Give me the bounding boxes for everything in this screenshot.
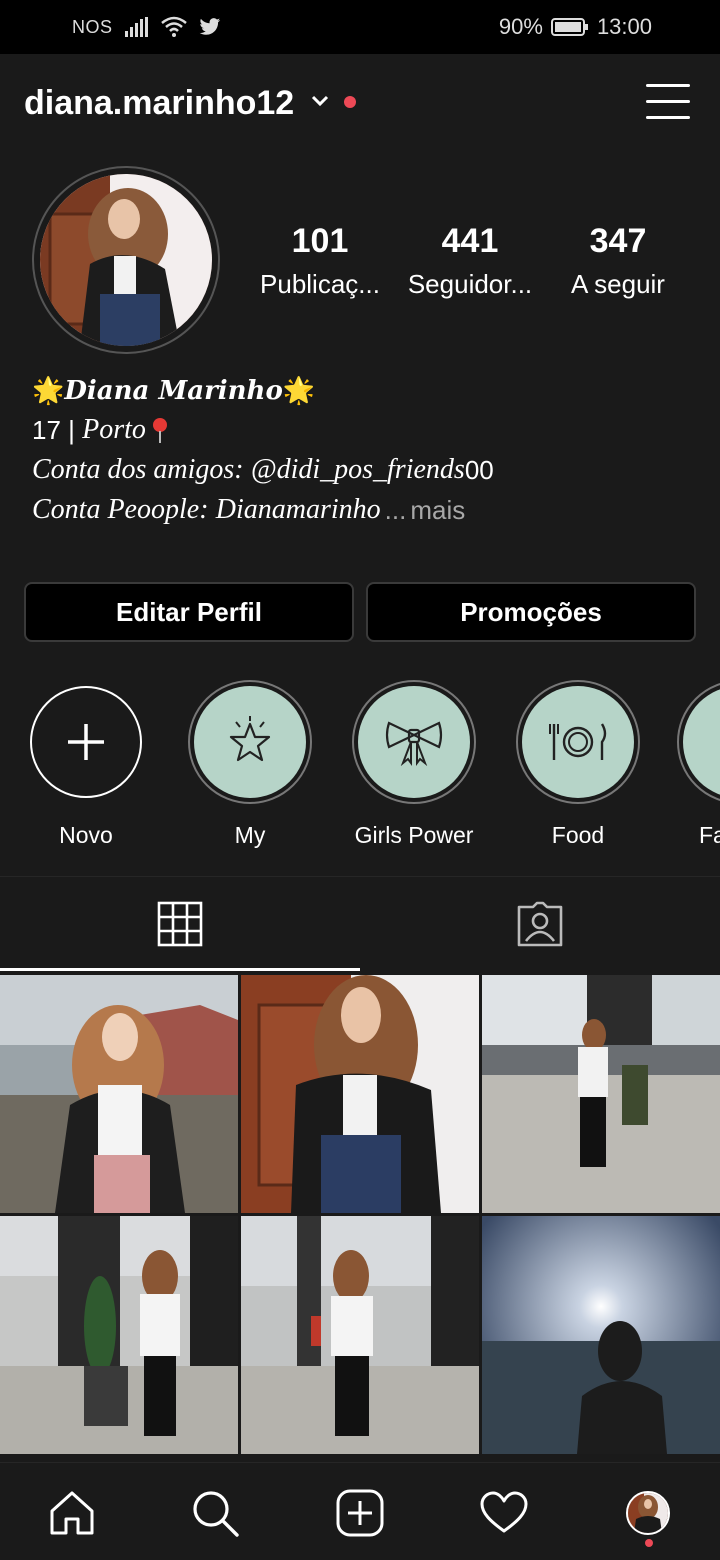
edit-profile-button[interactable]: Editar Perfil <box>24 582 354 642</box>
bio-display-name: 🌟 Diana Marinho 🌟 <box>32 372 692 410</box>
following-label: A seguir <box>571 269 665 299</box>
bio-ellipsis: ... <box>384 494 407 525</box>
active-tab-indicator <box>0 968 360 971</box>
highlight-label: Girls Power <box>354 822 474 848</box>
highlight-label: Fa <box>699 822 720 848</box>
menu-button[interactable] <box>646 82 690 122</box>
bio-friends-account: Conta dos amigos: @didi_pos_friends 00 <box>32 450 692 490</box>
highlight-new[interactable]: Novo <box>21 680 151 849</box>
bio-people-value: Dianamarinho <box>215 494 381 525</box>
battery-icon <box>550 18 588 36</box>
bow-icon <box>385 721 443 767</box>
post-thumbnail[interactable] <box>0 975 238 1213</box>
status-bar: NOS 90% 13:00 <box>0 0 720 54</box>
bio-age-city: 17 | Porto <box>32 410 692 450</box>
post-thumbnail[interactable] <box>0 1216 238 1454</box>
plus-icon <box>68 724 104 760</box>
wifi-icon <box>160 16 187 37</box>
search-icon <box>193 1491 239 1537</box>
post-thumbnail[interactable] <box>482 1216 720 1454</box>
battery-percent: 90% <box>498 14 543 39</box>
stat-posts[interactable]: 101 Publicaç... <box>250 222 390 300</box>
followers-label: Seguidor... <box>407 269 533 299</box>
tab-tagged[interactable] <box>360 877 720 971</box>
highlight-food[interactable]: Food <box>513 680 643 849</box>
highlight-label: Food <box>551 822 605 848</box>
stat-followers[interactable]: 441 Seguidor... <box>400 222 540 300</box>
highlight-label: My <box>234 822 266 848</box>
profile-avatar-small <box>626 1491 670 1535</box>
bio-more-link[interactable]: mais <box>410 495 465 526</box>
new-post-icon <box>336 1489 384 1537</box>
post-thumbnail[interactable] <box>241 1216 479 1454</box>
pin-icon <box>152 418 167 443</box>
plate-cutlery-icon <box>549 723 607 760</box>
highlight-fa[interactable]: Fa <box>677 680 720 849</box>
profile-notification-dot <box>645 1539 653 1547</box>
stat-following[interactable]: 347 A seguir <box>548 222 688 300</box>
bio-friends-suffix: 00 <box>464 454 494 485</box>
twitter-icon <box>199 18 220 35</box>
bio-age: 17 | <box>32 414 75 445</box>
highlight-new-circle[interactable] <box>30 686 142 798</box>
carrier-label: NOS <box>72 16 113 37</box>
tagged-user-icon <box>517 901 563 947</box>
highlight-fa-circle[interactable] <box>677 680 720 804</box>
star-emoji-icon: 🌟 <box>32 376 65 406</box>
star-emoji-icon: 🌟 <box>282 376 316 406</box>
profile-avatar[interactable] <box>40 174 212 346</box>
following-count: 347 <box>589 222 647 260</box>
highlight-girls-power-circle[interactable] <box>352 680 476 804</box>
post-thumbnail[interactable] <box>482 975 720 1213</box>
bio: 🌟 Diana Marinho 🌟 17 | Porto Conta dos a… <box>32 372 692 530</box>
nav-profile[interactable] <box>620 1485 676 1541</box>
home-icon <box>50 1491 94 1535</box>
bottom-navigation <box>0 1462 720 1560</box>
clock: 13:00 <box>596 14 652 39</box>
highlight-my[interactable]: My <box>185 680 315 849</box>
bio-city: Porto <box>82 414 146 445</box>
chevron-down-icon[interactable] <box>310 94 330 108</box>
tab-grid[interactable] <box>0 877 360 971</box>
nav-activity[interactable] <box>476 1485 532 1541</box>
posts-count: 101 <box>291 222 349 260</box>
notification-dot <box>344 96 356 108</box>
highlight-girls-power[interactable]: Girls Power <box>349 680 479 849</box>
account-switcher[interactable]: diana.marinho12 <box>24 84 294 123</box>
bio-friends-prefix: Conta dos amigos: <box>32 454 244 485</box>
followers-count: 441 <box>441 222 499 260</box>
profile-header: diana.marinho12 <box>0 54 720 154</box>
signal-icon <box>124 17 148 37</box>
bio-people-prefix: Conta Peoople: <box>32 494 209 525</box>
posts-grid <box>0 975 720 1460</box>
activity-heart-icon <box>480 1491 528 1533</box>
post-thumbnail[interactable] <box>241 975 479 1213</box>
highlight-my-circle[interactable] <box>188 680 312 804</box>
promotions-button[interactable]: Promoções <box>366 582 696 642</box>
bio-friends-handle[interactable]: @didi_pos_friends <box>251 454 465 486</box>
nav-home[interactable] <box>44 1485 100 1541</box>
display-name: Diana Marinho <box>64 376 283 406</box>
nav-search[interactable] <box>187 1485 243 1541</box>
bio-people-account: Conta Peoople: Dianamarinho... mais <box>32 490 692 530</box>
posts-label: Publicaç... <box>260 269 380 299</box>
highlight-label: Novo <box>59 822 113 848</box>
grid-icon <box>157 901 203 947</box>
nav-new-post[interactable] <box>332 1485 388 1541</box>
highlight-food-circle[interactable] <box>516 680 640 804</box>
star-icon <box>229 716 271 762</box>
